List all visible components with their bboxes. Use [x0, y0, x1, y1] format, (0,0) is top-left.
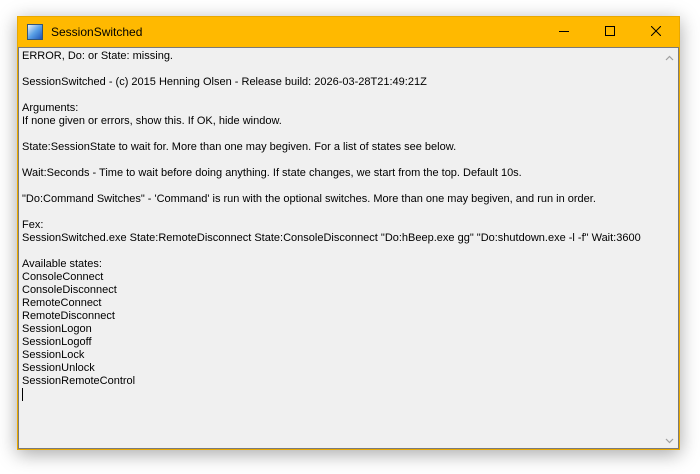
output-line: Wait:Seconds - Time to wait before doing… [22, 167, 522, 179]
minimize-icon [559, 23, 569, 41]
output-line: SessionUnlock [22, 362, 95, 374]
output-line: Available states: [22, 258, 102, 270]
window-title: SessionSwitched [51, 25, 143, 39]
output-line: ERROR, Do: or State: missing. [22, 50, 173, 62]
chevron-up-icon [665, 48, 674, 66]
output-line: State:SessionState to wait for. More tha… [22, 141, 457, 153]
output-line: SessionSwitched - (c) 2015 Henning Olsen… [22, 76, 427, 88]
output-line: SessionSwitched.exe State:RemoteDisconne… [22, 232, 641, 244]
output-line: "Do:Command Switches" - 'Command' is run… [22, 193, 596, 205]
output-line: SessionRemoteControl [22, 375, 136, 387]
output-textbox[interactable]: ERROR, Do: or State: missing. SessionSwit… [18, 47, 679, 449]
maximize-icon [605, 23, 615, 41]
close-icon [650, 23, 662, 41]
output-line: RemoteDisconnect [22, 310, 115, 322]
output-line: SessionLogoff [22, 336, 92, 348]
scroll-up-button[interactable] [661, 48, 678, 65]
vertical-scrollbar[interactable] [660, 48, 678, 448]
output-line: SessionLogon [22, 323, 92, 335]
maximize-button[interactable] [587, 17, 633, 47]
client-area: ERROR, Do: or State: missing. SessionSwit… [18, 47, 679, 449]
title-bar[interactable]: SessionSwitched [18, 17, 679, 47]
output-line: ConsoleConnect [22, 271, 104, 283]
output-line: If none given or errors, show this. If O… [22, 115, 282, 127]
text-caret [22, 388, 23, 401]
output-text[interactable]: ERROR, Do: or State: missing. SessionSwit… [22, 50, 660, 446]
output-line: Fex: [22, 219, 44, 231]
close-button[interactable] [633, 17, 679, 47]
output-line: ConsoleDisconnect [22, 284, 117, 296]
scroll-down-button[interactable] [661, 431, 678, 448]
app-window: SessionSwitched ERROR, Do: or State: mis… [17, 16, 680, 450]
app-icon [27, 24, 43, 40]
minimize-button[interactable] [541, 17, 587, 47]
output-line: Arguments: [22, 102, 79, 114]
output-line: SessionLock [22, 349, 85, 361]
output-line: RemoteConnect [22, 297, 102, 309]
chevron-down-icon [665, 431, 674, 449]
